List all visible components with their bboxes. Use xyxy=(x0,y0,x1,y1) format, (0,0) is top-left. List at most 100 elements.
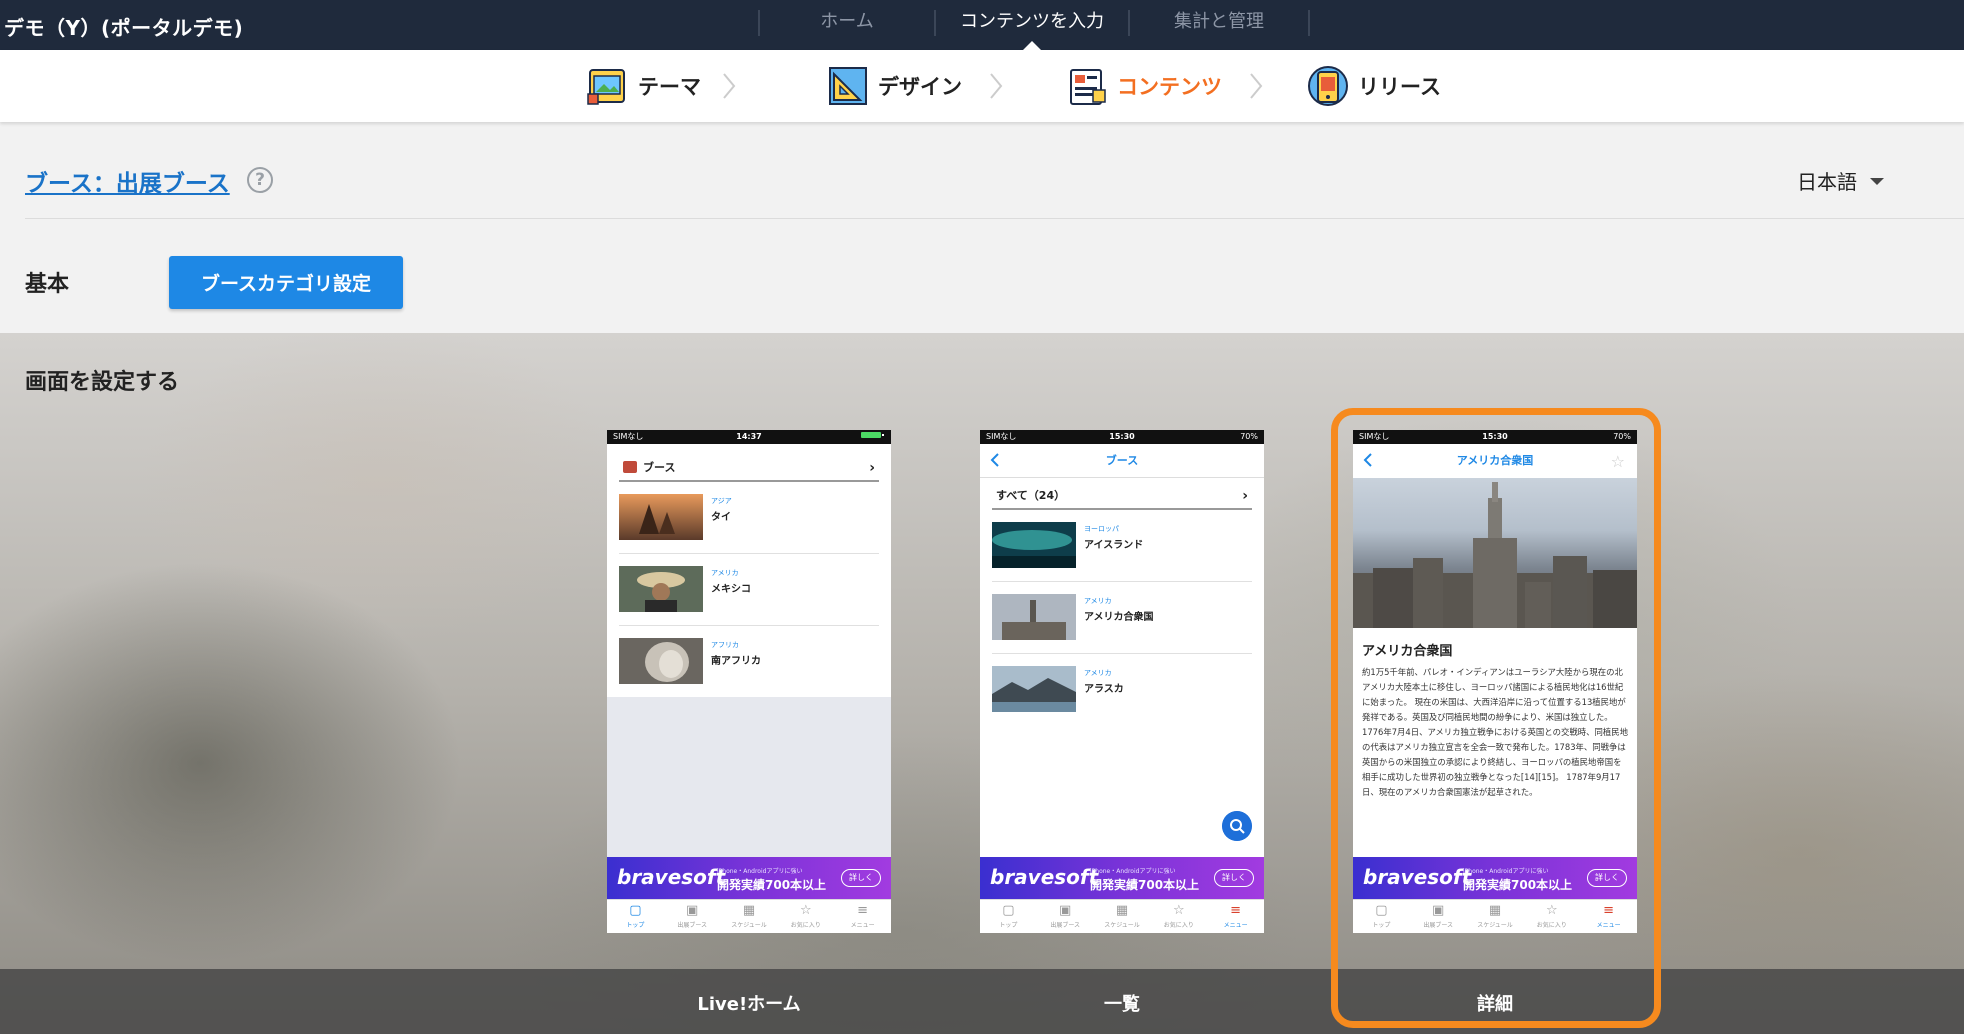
screen-list-preview[interactable]: SIMなし 15:30 70% ブース すべて（24） › ヨーロッパ アイスラ… xyxy=(980,430,1264,933)
tab-schedule[interactable]: ▦ スケジュール xyxy=(1094,900,1151,933)
step-content[interactable]: コンテンツ xyxy=(1065,62,1222,110)
banner-brand: bravesoft xyxy=(990,865,1099,889)
step-theme-label: テーマ xyxy=(638,75,701,99)
design-icon xyxy=(829,67,867,105)
list-item[interactable]: アフリカ 南アフリカ xyxy=(619,626,879,698)
tab-menu[interactable]: ≡ メニュー xyxy=(1207,900,1264,933)
status-bar: SIMなし 15:30 70% xyxy=(980,430,1264,444)
screen-home-preview[interactable]: SIMなし 14:37 ブース › アジア タイ アメリカ メキシコ アフリカ … xyxy=(607,430,891,933)
section-header[interactable]: すべて（24） › xyxy=(992,484,1252,510)
star-icon: ☆ xyxy=(799,903,812,918)
step-release[interactable]: リリース xyxy=(1306,62,1441,110)
booth-icon: ▣ xyxy=(1059,903,1072,918)
language-select[interactable]: 日本語 xyxy=(1797,166,1857,195)
step-bar: テーマ デザイン コンテンツ リリース xyxy=(0,50,1964,122)
breadcrumb-booth[interactable]: ブース：出展ブース xyxy=(25,164,230,198)
tab-label: トップ xyxy=(999,922,1018,929)
tab-label: スケジュール xyxy=(731,922,767,929)
list-item[interactable]: アジア タイ xyxy=(619,482,879,554)
tab-menu[interactable]: ≡ メニュー xyxy=(834,900,891,933)
chevron-right-icon xyxy=(990,73,1003,99)
banner-headline: 開発実績700本以上 xyxy=(1090,878,1200,892)
top-bar: デモ（Y）(ポータルデモ) ホーム コンテンツを入力 集計と管理 xyxy=(0,0,1964,50)
booth-name: アラスカ xyxy=(1084,684,1124,695)
help-icon[interactable]: ? xyxy=(247,167,273,193)
list-item[interactable]: アメリカ アラスカ xyxy=(992,654,1252,726)
tab-label: お気に入り xyxy=(790,922,821,929)
booth-name: 南アフリカ xyxy=(711,656,761,667)
tab-top[interactable]: ▢ トップ xyxy=(980,900,1037,933)
section-header[interactable]: ブース › xyxy=(619,456,879,482)
battery-label: 70% xyxy=(1240,432,1258,441)
divider xyxy=(25,218,1964,219)
booth-icon: ▣ xyxy=(686,903,699,918)
caption-list[interactable]: 一覧 xyxy=(980,990,1264,1016)
selected-screen-highlight xyxy=(1331,408,1661,1028)
top-nav-home[interactable]: ホーム xyxy=(760,0,934,50)
booth-name: タイ xyxy=(711,512,731,523)
region-label: アフリカ xyxy=(711,641,739,649)
chevron-right-icon xyxy=(1250,73,1263,99)
section-header-label: すべて（24） xyxy=(996,489,1066,502)
app-title: デモ（Y）(ポータルデモ) xyxy=(4,16,244,40)
release-icon xyxy=(1308,66,1348,106)
step-design-label: デザイン xyxy=(878,75,962,99)
banner-tagline: iPhone・Androidアプリに強い xyxy=(1090,868,1176,875)
thumbnail-image xyxy=(619,638,703,684)
tab-label: メニュー xyxy=(1223,922,1248,929)
nav-bar: ブース xyxy=(980,444,1264,478)
chevron-right-icon: › xyxy=(869,460,875,476)
step-content-label: コンテンツ xyxy=(1117,75,1222,99)
tab-bar: ▢ トップ ▣ 出展ブース ▦ スケジュール ☆ お気に入り ≡ メニュー xyxy=(607,899,891,933)
banner-details-button[interactable]: 詳しく xyxy=(841,869,881,887)
nav-title: ブース xyxy=(1105,454,1139,467)
tab-schedule[interactable]: ▦ スケジュール xyxy=(721,900,778,933)
booth-category-settings-button[interactable]: ブースカテゴリ設定 xyxy=(169,256,403,309)
battery-icon xyxy=(861,430,885,444)
calendar-icon: ▦ xyxy=(742,903,756,918)
top-nav-aggregate[interactable]: 集計と管理 xyxy=(1130,0,1308,50)
tab-label: スケジュール xyxy=(1104,922,1140,929)
tab-favorites[interactable]: ☆ お気に入り xyxy=(777,900,834,933)
tab-label: 出展ブース xyxy=(1050,922,1081,929)
list-item[interactable]: ヨーロッパ アイスランド xyxy=(992,510,1252,582)
tab-label: トップ xyxy=(626,922,645,929)
tab-label: お気に入り xyxy=(1163,922,1194,929)
menu-icon: ≡ xyxy=(857,903,869,918)
tab-top[interactable]: ▢ トップ xyxy=(607,900,664,933)
tab-booths[interactable]: ▣ 出展ブース xyxy=(1037,900,1094,933)
basic-label: 基本 xyxy=(25,272,70,297)
booth-name: アメリカ合衆国 xyxy=(1084,612,1154,623)
back-icon[interactable] xyxy=(990,453,1000,467)
banner-details-button[interactable]: 詳しく xyxy=(1214,869,1254,887)
ad-banner[interactable]: bravesoft iPhone・Androidアプリに強い 開発実績700本以… xyxy=(607,857,891,899)
top-nav-content-input-label: コンテンツを入力 xyxy=(960,11,1104,32)
content-icon xyxy=(1070,69,1106,105)
region-label: アメリカ xyxy=(1084,669,1112,677)
ad-banner[interactable]: bravesoft iPhone・Androidアプリに強い 開発実績700本以… xyxy=(980,857,1264,899)
star-icon: ☆ xyxy=(1172,903,1185,918)
top-nav-content-input[interactable]: コンテンツを入力 xyxy=(936,0,1128,50)
empty-area xyxy=(607,697,891,857)
thumbnail-image xyxy=(619,494,703,540)
region-label: ヨーロッパ xyxy=(1084,525,1119,533)
step-design[interactable]: デザイン xyxy=(826,62,962,110)
list-item[interactable]: アメリカ アメリカ合衆国 xyxy=(992,582,1252,654)
thumbnail-image xyxy=(992,666,1076,712)
chevron-right-icon: › xyxy=(1242,488,1248,504)
home-icon: ▢ xyxy=(629,903,642,918)
screens-section-title: 画面を設定する xyxy=(25,370,180,395)
menu-icon: ≡ xyxy=(1230,903,1242,918)
section-header-label: ブース xyxy=(643,461,676,474)
tab-favorites[interactable]: ☆ お気に入り xyxy=(1150,900,1207,933)
calendar-icon: ▦ xyxy=(1115,903,1129,918)
caption-live-home[interactable]: Live!ホーム xyxy=(607,990,891,1016)
chevron-down-icon[interactable] xyxy=(1870,178,1884,185)
list-item[interactable]: アメリカ メキシコ xyxy=(619,554,879,626)
tab-booths[interactable]: ▣ 出展ブース xyxy=(664,900,721,933)
tab-bar: ▢ トップ ▣ 出展ブース ▦ スケジュール ☆ お気に入り ≡ メニュー xyxy=(980,899,1264,933)
step-theme[interactable]: テーマ xyxy=(586,62,701,110)
booth-name: メキシコ xyxy=(711,584,751,595)
search-icon[interactable] xyxy=(1222,811,1252,841)
nav-divider xyxy=(1308,10,1310,36)
